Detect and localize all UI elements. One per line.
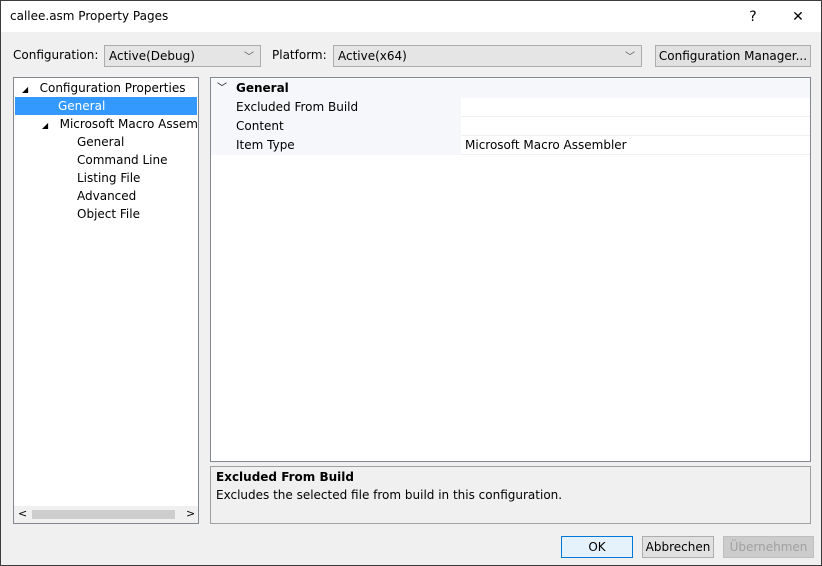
platform-value: Active(x64) — [338, 49, 407, 63]
expanded-icon: ◢ — [22, 85, 29, 94]
description-text: Excludes the selected file from build in… — [216, 488, 563, 502]
property-row[interactable]: Content — [211, 117, 810, 136]
property-pages-dialog: callee.asm Property Pages ? ✕ Configurat… — [0, 0, 822, 566]
property-tree: ◢ Configuration Properties General ◢ Mic… — [13, 77, 199, 524]
property-value[interactable]: Microsoft Macro Assembler — [461, 136, 810, 155]
platform-label: Platform: — [272, 48, 327, 62]
tree-item-general[interactable]: General — [15, 97, 197, 115]
property-value[interactable] — [461, 98, 810, 117]
chevron-down-icon: ﹀ — [625, 52, 635, 63]
tree-item-configuration-properties[interactable]: ◢ Configuration Properties — [22, 79, 185, 97]
chevron-down-icon: ﹀ — [244, 52, 254, 63]
configuration-manager-button[interactable]: Configuration Manager... — [655, 45, 811, 67]
property-grid: ﹀ General Excluded From Build Content It… — [210, 77, 811, 462]
configuration-select[interactable]: Active(Debug) ﹀ — [104, 45, 261, 67]
tree-item-masm-general[interactable]: General — [77, 133, 124, 151]
category-general[interactable]: ﹀ General — [211, 79, 810, 98]
category-label: General — [236, 81, 289, 95]
cancel-button[interactable]: Abbrechen — [642, 536, 714, 558]
configuration-label: Configuration: — [13, 48, 99, 62]
scroll-left-icon[interactable]: < — [18, 507, 27, 520]
title-bar: callee.asm Property Pages ? ✕ — [1, 1, 821, 32]
help-button[interactable]: ? — [738, 5, 768, 29]
property-name: Content — [211, 117, 461, 136]
property-row[interactable]: Item Type Microsoft Macro Assembler — [211, 136, 810, 155]
property-name: Excluded From Build — [211, 98, 461, 117]
scroll-right-icon[interactable]: > — [186, 507, 195, 520]
scrollbar-thumb[interactable] — [32, 510, 175, 519]
configuration-value: Active(Debug) — [109, 49, 195, 63]
tree-item-object-file[interactable]: Object File — [77, 205, 140, 223]
tree-item-advanced[interactable]: Advanced — [77, 187, 136, 205]
description-panel: Excluded From Build Excludes the selecte… — [210, 466, 811, 524]
property-row[interactable]: Excluded From Build — [211, 98, 810, 117]
property-value[interactable] — [461, 117, 810, 136]
platform-select[interactable]: Active(x64) ﹀ — [333, 45, 642, 67]
ok-button[interactable]: OK — [561, 536, 633, 558]
expanded-icon: ◢ — [42, 121, 49, 130]
tree-item-microsoft-macro-assembler[interactable]: ◢ Microsoft Macro Assembler — [42, 115, 198, 133]
horizontal-scrollbar[interactable]: < > — [14, 506, 198, 523]
description-title: Excluded From Build — [216, 470, 354, 484]
close-button[interactable]: ✕ — [783, 5, 813, 29]
tree-item-command-line[interactable]: Command Line — [77, 151, 168, 169]
window-title: callee.asm Property Pages — [10, 9, 169, 23]
tree-item-listing-file[interactable]: Listing File — [77, 169, 140, 187]
apply-button: Übernehmen — [723, 536, 814, 558]
chevron-down-icon: ﹀ — [217, 83, 227, 94]
property-name: Item Type — [211, 136, 461, 155]
